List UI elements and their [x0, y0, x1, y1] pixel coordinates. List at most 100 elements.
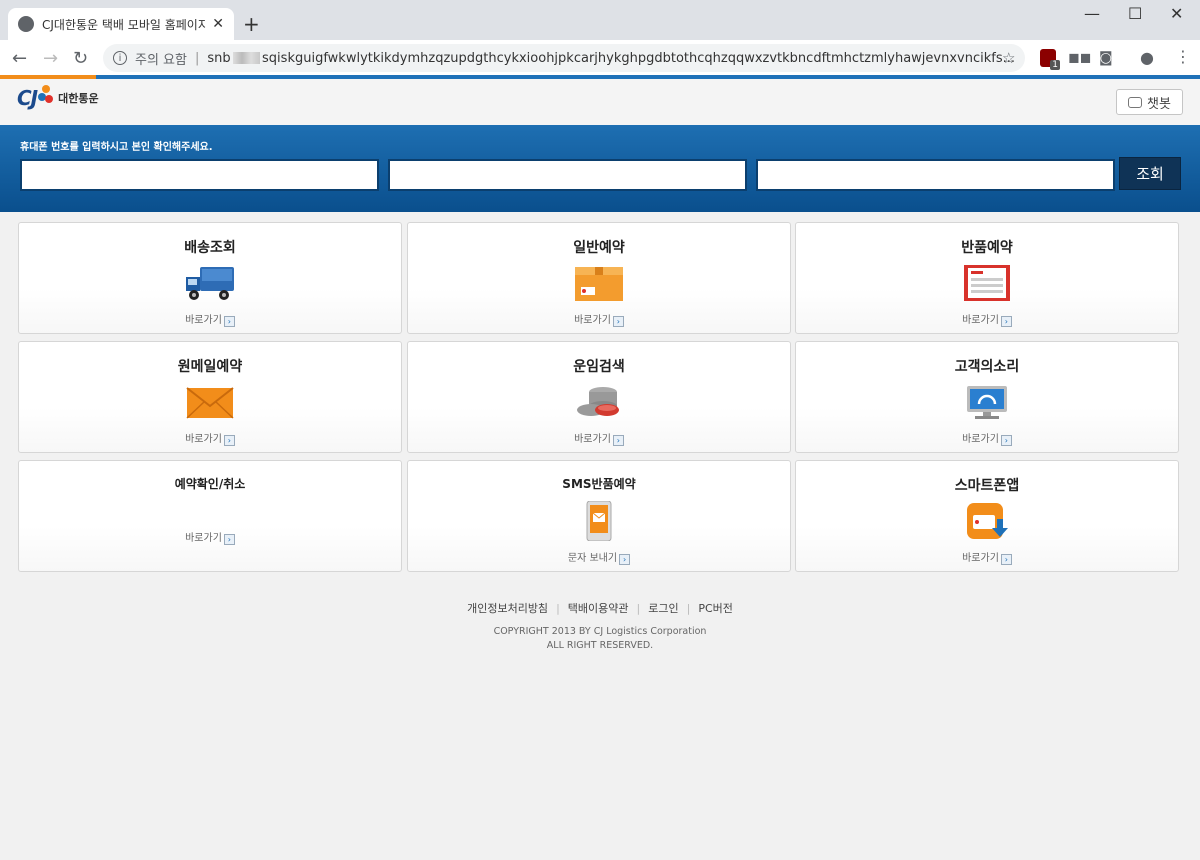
link-label: 바로가기 — [185, 434, 222, 445]
menu-card-customer-voice[interactable]: 고객의소리 바로가기 › — [795, 341, 1179, 453]
extension-badge-count: 1 — [1050, 60, 1060, 70]
profile-icon[interactable]: ● — [1140, 48, 1154, 67]
search-hint: 휴대폰 번호를 입력하시고 본인 확인해주세요. — [20, 142, 213, 153]
box-icon — [575, 267, 623, 301]
menu-card-link[interactable]: 바로가기 › — [19, 529, 401, 545]
monitor-icon — [967, 386, 1007, 419]
arrow-right-icon: › — [612, 435, 624, 446]
close-window-button[interactable]: ✕ — [1170, 4, 1183, 23]
arrow-right-icon: › — [223, 316, 235, 327]
footer-link-login[interactable]: 로그인 — [648, 602, 678, 615]
url-text: sqiskguigfwkwlytkikdymhzqzupdgthcykxiooh… — [262, 50, 1015, 66]
link-label: 바로가기 — [962, 315, 999, 326]
menu-card-link[interactable]: 바로가기 › — [796, 549, 1178, 565]
new-tab-button[interactable]: + — [243, 12, 260, 36]
chat-bubble-icon — [1128, 96, 1143, 108]
menu-card-smartphone-app[interactable]: 스마트폰앱 바로가기 › — [795, 460, 1179, 572]
menu-card-title: 예약확인/취소 — [174, 477, 246, 491]
phone-part3-input[interactable] — [756, 159, 1115, 191]
globe-icon — [18, 16, 34, 32]
logo-name: 대한통운 — [58, 92, 99, 105]
maximize-button[interactable]: ☐ — [1128, 4, 1142, 23]
arrow-right-icon: › — [223, 534, 235, 545]
form-icon — [964, 265, 1010, 301]
mask-extension-icon[interactable]: ◼◼ — [1068, 50, 1091, 66]
close-tab-icon[interactable]: ✕ — [212, 16, 224, 32]
menu-card-title: 배송조회 — [184, 240, 236, 256]
footer-link-privacy[interactable]: 개인정보처리방침 — [467, 602, 548, 615]
footer-link-pc-version[interactable]: PC버전 — [698, 602, 733, 615]
address-separator: | — [194, 50, 200, 66]
tab-title: CJ대한통운 택배 모바일 홈페이지 — [42, 17, 207, 32]
logo-petals-icon — [38, 85, 54, 111]
menu-card-link[interactable]: 바로가기 › — [408, 430, 790, 446]
menu-card-link[interactable]: 바로가기 › — [796, 430, 1178, 446]
link-label: 바로가기 — [962, 434, 999, 445]
browser-toolbar: ← → ↻ i 주의 요함 | snb sqiskguigfwkwlytkikd… — [0, 40, 1200, 76]
browser-tab[interactable]: CJ대한통운 택배 모바일 홈페이지 ✕ — [8, 8, 234, 40]
menu-card-fare-search[interactable]: 운임검색 바로가기 › — [407, 341, 791, 453]
forward-button[interactable]: → — [43, 48, 58, 69]
arrow-right-icon: › — [1000, 316, 1012, 327]
bookmark-star-icon[interactable]: ☆ — [1002, 49, 1015, 67]
menu-card-delivery-tracking[interactable]: 배송조회 바로가기 › — [18, 222, 402, 334]
link-label: 문자 보내기 — [567, 553, 618, 564]
chatbot-label: 챗봇 — [1147, 96, 1171, 112]
link-label: 바로가기 — [185, 315, 222, 326]
camera-extension-icon[interactable]: ◙ — [1099, 50, 1113, 66]
menu-card-link[interactable]: 문자 보내기 › — [408, 549, 790, 565]
menu-card-return-reservation[interactable]: 반품예약 바로가기 › — [795, 222, 1179, 334]
logo-cj-text: CJ — [17, 86, 38, 110]
browser-tabbar: CJ대한통운 택배 모바일 홈페이지 ✕ + — ☐ ✕ — [0, 0, 1200, 40]
menu-card-link[interactable]: 바로가기 › — [19, 311, 401, 327]
arrow-right-icon: › — [223, 435, 235, 446]
menu-card-one-mail-reservation[interactable]: 원메일예약 바로가기 › — [18, 341, 402, 453]
menu-card-reservation-check[interactable]: 예약확인/취소 바로가기 › — [18, 460, 402, 572]
menu-card-title: 고객의소리 — [954, 359, 1020, 375]
menu-card-title: 반품예약 — [961, 240, 1013, 256]
menu-card-link[interactable]: 바로가기 › — [19, 430, 401, 446]
cj-logo[interactable]: CJ 대한통운 — [17, 85, 99, 111]
security-warning: 주의 요함 — [135, 52, 187, 68]
back-button[interactable]: ← — [12, 48, 27, 69]
site-header: CJ 대한통운 챗봇 — [0, 79, 1200, 125]
footer-separator: | — [686, 602, 691, 615]
copyright: COPYRIGHT 2013 BY CJ Logistics Corporati… — [0, 625, 1200, 653]
coins-icon — [577, 387, 619, 416]
address-bar[interactable]: i 주의 요함 | snb sqiskguigfwkwlytkikdymhzqz… — [103, 44, 1025, 72]
footer-link-terms[interactable]: 택배이용약관 — [568, 602, 629, 615]
phone-part1-input[interactable] — [20, 159, 379, 191]
url-prefix: snb — [207, 50, 231, 66]
phone-sms-icon — [586, 501, 612, 541]
reload-button[interactable]: ↻ — [73, 48, 88, 69]
truck-icon — [186, 267, 234, 300]
menu-card-general-reservation[interactable]: 일반예약 바로가기 › — [407, 222, 791, 334]
info-icon[interactable]: i — [113, 51, 127, 65]
arrow-right-icon: › — [1000, 554, 1012, 565]
copyright-line-2: ALL RIGHT RESERVED. — [546, 640, 654, 651]
footer-separator: | — [556, 602, 560, 615]
menu-card-link[interactable]: 바로가기 › — [796, 311, 1178, 327]
phone-search-band: 휴대폰 번호를 입력하시고 본인 확인해주세요. 조회 — [0, 125, 1200, 212]
menu-card-title: 스마트폰앱 — [954, 478, 1020, 494]
link-label: 바로가기 — [962, 553, 999, 564]
link-label: 바로가기 — [185, 533, 222, 544]
menu-card-title: 일반예약 — [573, 240, 625, 256]
copyright-line-1: COPYRIGHT 2013 BY CJ Logistics Corporati… — [493, 626, 707, 637]
menu-card-link[interactable]: 바로가기 › — [408, 311, 790, 327]
menu-card-title: SMS반품예약 — [562, 477, 636, 491]
link-label: 바로가기 — [574, 315, 611, 326]
menu-card-title: 운임검색 — [573, 359, 625, 375]
search-submit-button[interactable]: 조회 — [1119, 157, 1181, 190]
chatbot-button[interactable]: 챗봇 — [1116, 89, 1183, 115]
menu-kebab-icon[interactable]: ⋮ — [1175, 47, 1191, 66]
arrow-right-icon: › — [1000, 435, 1012, 446]
arrow-right-icon: › — [619, 554, 631, 565]
minimize-button[interactable]: — — [1084, 4, 1100, 23]
envelope-icon — [186, 387, 234, 419]
app-download-icon — [967, 503, 1008, 539]
shield-extension-icon[interactable]: 1 — [1040, 49, 1060, 70]
footer-links: 개인정보처리방침 | 택배이용약관 | 로그인 | PC버전 — [0, 600, 1200, 616]
menu-card-sms-return[interactable]: SMS반품예약 문자 보내기 › — [407, 460, 791, 572]
phone-part2-input[interactable] — [388, 159, 747, 191]
